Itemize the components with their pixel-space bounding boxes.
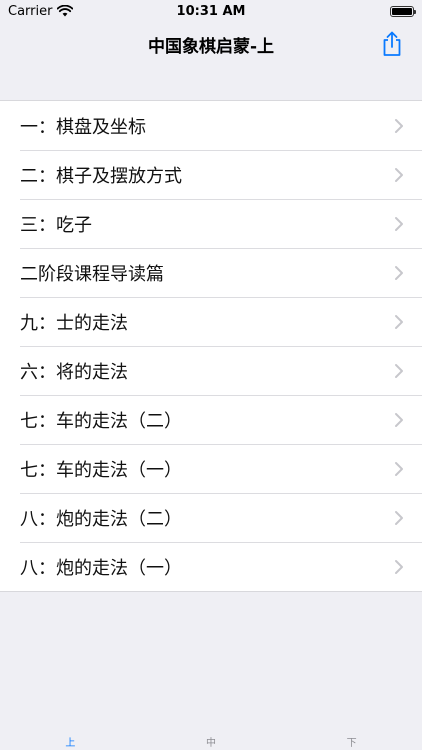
battery-fill [392, 7, 412, 15]
list-item-label: 一：棋盘及坐标 [20, 116, 146, 138]
list-item[interactable]: 二阶段课程导读篇 [0, 248, 422, 297]
chevron-right-icon [395, 314, 403, 329]
list-item-label: 八：炮的走法（一） [20, 557, 182, 579]
list-item[interactable]: 八：炮的走法（一） [0, 542, 422, 591]
chevron-right-icon [395, 510, 403, 525]
list-item[interactable]: 八：炮的走法（二） [0, 493, 422, 542]
chevron-right-icon [395, 167, 403, 182]
list-item[interactable]: 一：棋盘及坐标 [0, 101, 422, 150]
chevron-right-icon [395, 118, 403, 133]
tab-2[interactable]: 中 [181, 738, 241, 750]
navigation-bar: 中国象棋启蒙-上 [0, 22, 422, 66]
list-item-label: 九：士的走法 [20, 312, 128, 334]
list-item[interactable]: 三：吃子 [0, 199, 422, 248]
list-item[interactable]: 九：士的走法 [0, 297, 422, 346]
app-screen: Carrier 10:31 AM 中国象棋启蒙-上 一：棋盘及坐标二：棋子及摆放… [0, 0, 422, 750]
list-item-label: 二：棋子及摆放方式 [20, 165, 182, 187]
tab-1[interactable]: 上 [40, 738, 100, 750]
chevron-right-icon [395, 412, 403, 427]
chevron-right-icon [395, 216, 403, 231]
chevron-right-icon [395, 363, 403, 378]
battery-icon [390, 5, 416, 17]
chevron-right-icon [395, 265, 403, 280]
lesson-list: 一：棋盘及坐标二：棋子及摆放方式 三：吃子二阶段课程导读篇 九：士的走法 六：将的走法… [0, 100, 422, 592]
list-item[interactable]: 七：车的走法（二） [0, 395, 422, 444]
tab-3[interactable]: 下 [322, 738, 382, 750]
status-time: 10:31 AM [176, 3, 246, 19]
status-bar: Carrier 10:31 AM [0, 0, 422, 22]
list-item[interactable]: 二：棋子及摆放方式 [0, 150, 422, 199]
list-item[interactable]: 七：车的走法（一） [0, 444, 422, 493]
chevron-right-icon [395, 461, 403, 476]
list-item-label: 三：吃子 [20, 214, 92, 236]
list-item-label: 二阶段课程导读篇 [20, 263, 164, 285]
list-item-label: 七：车的走法（二） [20, 410, 182, 432]
tab-bar: 上中下 [0, 734, 422, 750]
list-item[interactable]: 六：将的走法 [0, 346, 422, 395]
share-button[interactable] [378, 30, 406, 58]
share-icon [383, 31, 401, 56]
chevron-right-icon [395, 559, 403, 574]
list-item-label: 八：炮的走法（二） [20, 508, 182, 530]
list-item-label: 七：车的走法（一） [20, 459, 182, 481]
list-item-label: 六：将的走法 [20, 361, 128, 383]
page-title: 中国象棋启蒙-上 [147, 36, 275, 57]
